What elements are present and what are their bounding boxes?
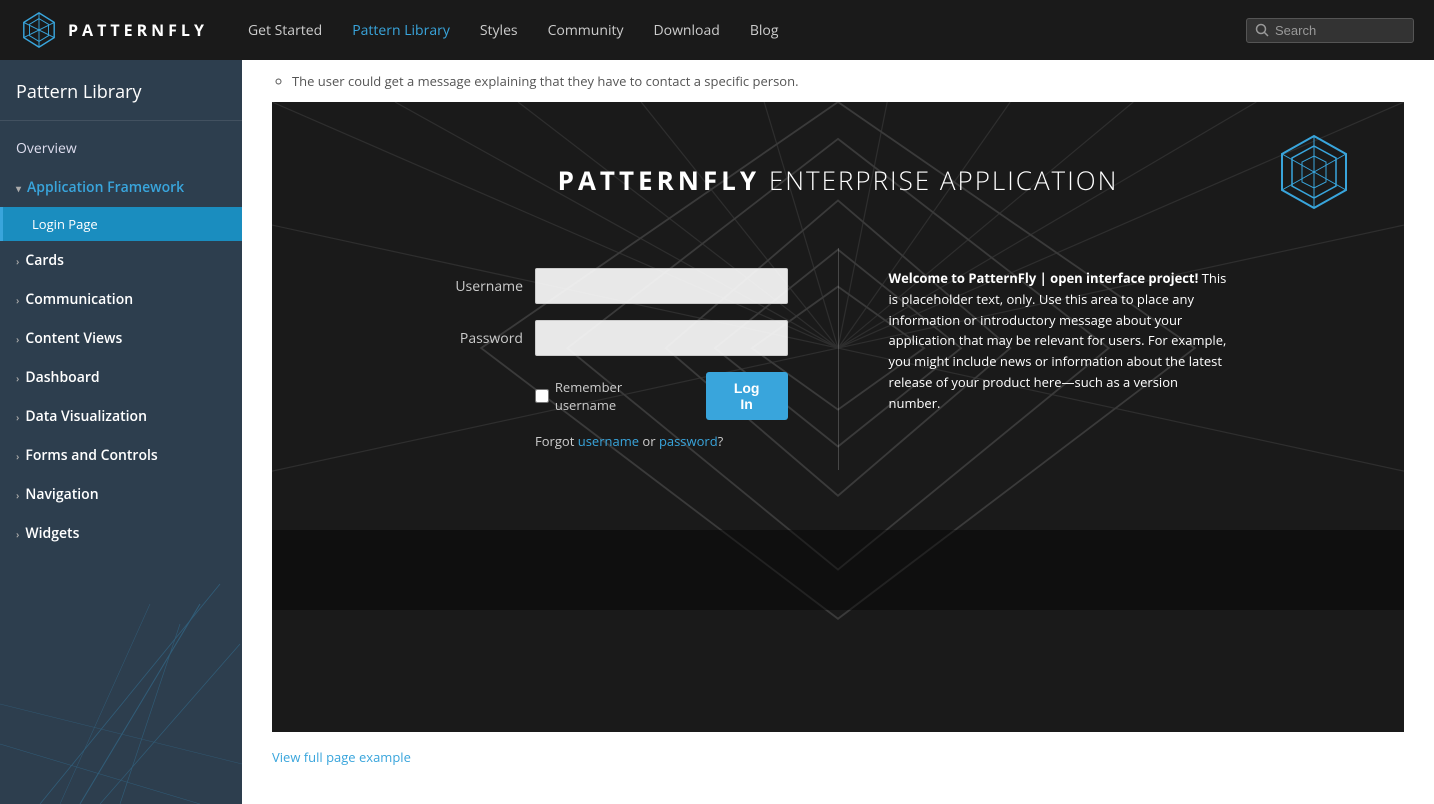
nav-download[interactable]: Download bbox=[653, 21, 719, 40]
password-input[interactable] bbox=[535, 320, 788, 356]
form-actions: Remember username Log In bbox=[535, 372, 788, 420]
sidebar-item-communication[interactable]: › Communication bbox=[0, 280, 242, 319]
nav-community[interactable]: Community bbox=[548, 21, 624, 40]
password-label: Password bbox=[443, 329, 523, 348]
login-body: Username Password Remember username bbox=[403, 248, 1273, 470]
login-divider bbox=[838, 248, 839, 470]
sidebar-nav: Overview ▾ Application Framework Login P… bbox=[0, 121, 242, 561]
password-row: Password bbox=[443, 320, 788, 356]
sidebar-item-login-page[interactable]: Login Page bbox=[0, 207, 242, 241]
search-box[interactable] bbox=[1246, 18, 1414, 43]
sidebar-dashboard-label: Dashboard bbox=[25, 368, 99, 387]
logo-text: PATTERNFLY bbox=[68, 19, 208, 41]
sidebar-item-content-views[interactable]: › Content Views bbox=[0, 319, 242, 358]
username-label: Username bbox=[443, 277, 523, 296]
sidebar-item-application-framework[interactable]: ▾ Application Framework bbox=[0, 168, 242, 207]
sidebar-widgets-label: Widgets bbox=[25, 524, 79, 543]
sidebar-item-forms-and-controls[interactable]: › Forms and Controls bbox=[0, 436, 242, 475]
sidebar-navigation-label: Navigation bbox=[25, 485, 98, 504]
chevron-right-icon-7: › bbox=[16, 488, 19, 502]
sidebar-item-cards[interactable]: › Cards bbox=[0, 241, 242, 280]
login-inner: PATTERNFLY ENTERPRISE APPLICATION Userna… bbox=[272, 102, 1404, 470]
sidebar-cards-label: Cards bbox=[25, 251, 64, 270]
forgot-username-link[interactable]: username bbox=[578, 432, 639, 450]
login-info-side: Welcome to PatternFly | open interface p… bbox=[849, 248, 1274, 470]
nav-blog[interactable]: Blog bbox=[750, 21, 779, 40]
sidebar-forms-label: Forms and Controls bbox=[25, 446, 157, 465]
sidebar-content: Pattern Library Overview ▾ Application F… bbox=[0, 60, 242, 561]
login-button[interactable]: Log In bbox=[706, 372, 788, 420]
login-app-title: PATTERNFLY ENTERPRISE APPLICATION bbox=[558, 162, 1119, 198]
remember-username-label[interactable]: Remember username bbox=[535, 378, 686, 414]
logo[interactable]: PATTERNFLY bbox=[20, 11, 208, 49]
login-form-side: Username Password Remember username bbox=[403, 248, 828, 470]
breadcrumb-item: The user could get a message explaining … bbox=[292, 72, 1404, 90]
sidebar-item-navigation[interactable]: › Navigation bbox=[0, 475, 242, 514]
sidebar-item-widgets[interactable]: › Widgets bbox=[0, 514, 242, 553]
search-input[interactable] bbox=[1275, 23, 1405, 38]
nav-styles[interactable]: Styles bbox=[480, 21, 518, 40]
chevron-right-icon-5: › bbox=[16, 410, 19, 424]
chevron-down-icon: ▾ bbox=[16, 181, 21, 195]
sidebar-data-viz-label: Data Visualization bbox=[25, 407, 147, 426]
forgot-password-link[interactable]: password bbox=[659, 432, 718, 450]
top-nav: PATTERNFLY Get Started Pattern Library S… bbox=[0, 0, 1434, 60]
chevron-right-icon: › bbox=[16, 254, 19, 268]
forgot-row: Forgot username or password? bbox=[535, 432, 788, 450]
chevron-right-icon-8: › bbox=[16, 527, 19, 541]
chevron-right-icon-4: › bbox=[16, 371, 19, 385]
login-demo-container: PATTERNFLY ENTERPRISE APPLICATION Userna… bbox=[272, 102, 1404, 732]
chevron-right-icon-2: › bbox=[16, 293, 19, 307]
breadcrumb-note: The user could get a message explaining … bbox=[242, 60, 1434, 102]
search-icon bbox=[1255, 23, 1269, 37]
sidebar-communication-label: Communication bbox=[25, 290, 133, 309]
chevron-right-icon-6: › bbox=[16, 449, 19, 463]
sidebar-item-overview[interactable]: Overview bbox=[0, 129, 242, 168]
username-input[interactable] bbox=[535, 268, 788, 304]
username-row: Username bbox=[443, 268, 788, 304]
view-full-page-link[interactable]: View full page example bbox=[242, 732, 1434, 782]
page-layout: Pattern Library Overview ▾ Application F… bbox=[0, 60, 1434, 804]
sidebar-title: Pattern Library bbox=[0, 60, 242, 121]
nav-pattern-library[interactable]: Pattern Library bbox=[352, 21, 450, 40]
sidebar-item-dashboard[interactable]: › Dashboard bbox=[0, 358, 242, 397]
sidebar-item-data-visualization[interactable]: › Data Visualization bbox=[0, 397, 242, 436]
sidebar: Pattern Library Overview ▾ Application F… bbox=[0, 60, 242, 804]
patternfly-logo-icon bbox=[20, 11, 58, 49]
login-footer-strip bbox=[272, 530, 1404, 610]
remember-username-checkbox[interactable] bbox=[535, 389, 549, 403]
sidebar-application-framework-label: Application Framework bbox=[27, 178, 184, 197]
sidebar-content-views-label: Content Views bbox=[25, 329, 122, 348]
nav-get-started[interactable]: Get Started bbox=[248, 21, 322, 40]
chevron-right-icon-3: › bbox=[16, 332, 19, 346]
login-info-text: Welcome to PatternFly | open interface p… bbox=[889, 268, 1234, 414]
sidebar-overview-label: Overview bbox=[16, 139, 77, 158]
main-content: The user could get a message explaining … bbox=[242, 60, 1434, 804]
nav-links: Get Started Pattern Library Styles Commu… bbox=[248, 21, 1246, 40]
